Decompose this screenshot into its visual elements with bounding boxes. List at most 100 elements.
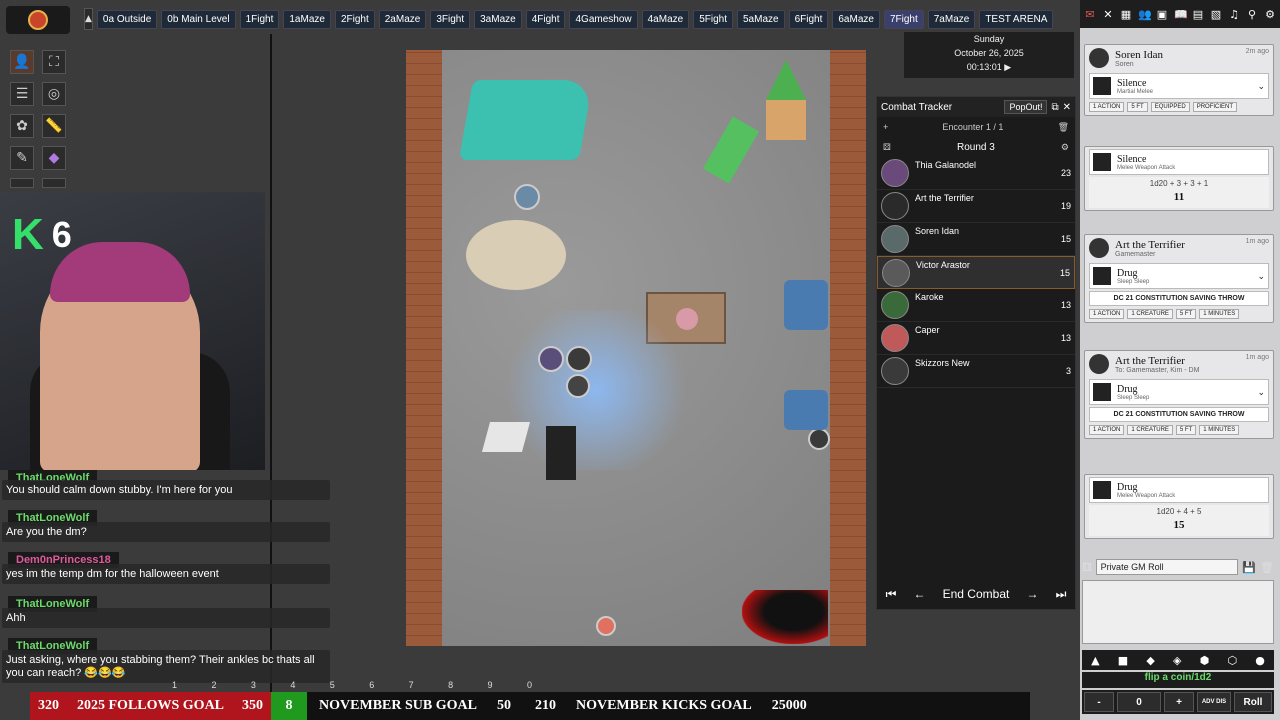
next-turn-icon[interactable]: → (1026, 587, 1038, 601)
chat-message-input[interactable] (1082, 580, 1274, 644)
scene-collapse-button[interactable]: ▲ (84, 8, 93, 30)
scenes-tab-icon[interactable]: ▦ (1120, 8, 1132, 21)
tiles-icon[interactable]: ✿ (10, 114, 34, 138)
last-turn-icon[interactable]: ⏭ (1056, 587, 1067, 602)
draw-icon[interactable]: ✎ (10, 146, 34, 170)
flip-coin-button[interactable]: flip a coin/1d2 (1082, 672, 1274, 688)
scene-tab[interactable]: 2Fight (334, 9, 375, 29)
d4-icon[interactable]: ▲ (1091, 654, 1099, 667)
token[interactable] (566, 374, 590, 398)
item-header[interactable]: Drug Sleep Sleep ⌄ (1089, 263, 1269, 289)
d100-icon[interactable]: ● (1255, 654, 1265, 667)
roll-result[interactable]: 1d20 + 3 + 3 + 1 11 (1089, 177, 1269, 208)
combatant-row[interactable]: Caper 13 (877, 322, 1075, 355)
open-external-icon[interactable]: ⧉ (1051, 102, 1058, 113)
d20-icon[interactable]: ⬡ (1227, 654, 1237, 667)
scene-tab[interactable]: 4aMaze (641, 9, 690, 29)
scene-tab[interactable]: 0a Outside (96, 9, 158, 29)
combatant-initiative[interactable]: 3 (1051, 366, 1071, 376)
popout-button[interactable]: PopOut! (1004, 100, 1048, 114)
combatant-row[interactable]: Skizzors New 3 (877, 355, 1075, 388)
combatant-initiative[interactable]: 15 (1051, 234, 1071, 244)
scene-tab[interactable]: 2aMaze (378, 9, 427, 29)
delete-encounter-icon[interactable]: 🗑 (1058, 122, 1069, 133)
item-header[interactable]: Silence Melee Weapon Attack (1089, 149, 1269, 175)
scene-tab[interactable]: 0b Main Level (161, 9, 236, 29)
combatant-row[interactable]: Karoke 13 (877, 289, 1075, 322)
item-header[interactable]: Silence Martial Melee ⌄ (1089, 73, 1269, 99)
roll-result[interactable]: 1d20 + 4 + 5 15 (1089, 505, 1269, 536)
d10-icon[interactable]: ◈ (1173, 654, 1181, 667)
token[interactable] (808, 428, 830, 450)
items-tab-icon[interactable]: ▣ (1156, 8, 1168, 21)
scene-tab[interactable]: 6aMaze (832, 9, 880, 29)
increment-button[interactable]: + (1164, 692, 1194, 712)
scene-tab[interactable]: 4Gameshow (569, 9, 638, 29)
scene-tab[interactable]: 1aMaze (283, 9, 331, 29)
add-encounter-icon[interactable]: + (883, 122, 888, 132)
scene-map[interactable] (406, 50, 866, 646)
token-controls-icon[interactable]: 👤 (10, 50, 34, 74)
combat-tracker-header[interactable]: Combat Tracker PopOut! ⧉ ✕ (877, 97, 1075, 117)
combatant-initiative[interactable]: 13 (1051, 333, 1071, 343)
roll-mode-select[interactable]: Private GM Roll (1095, 559, 1239, 575)
layers-icon[interactable] (10, 178, 34, 188)
settings-icon[interactable]: ⚙ (1061, 142, 1069, 153)
saving-throw-button[interactable]: DC 21 CONSTITUTION SAVING THROW (1089, 291, 1269, 306)
scene-tab[interactable]: 5Fight (693, 9, 733, 29)
scene-tab[interactable]: 3aMaze (474, 9, 522, 29)
combatant-row[interactable]: Art the Terrifier 19 (877, 190, 1075, 223)
scene-tab[interactable]: 7aMaze (927, 9, 976, 29)
item-header[interactable]: Drug Melee Weapon Attack (1089, 477, 1269, 503)
playlists-tab-icon[interactable]: ♫ (1228, 8, 1240, 21)
scene-tab[interactable]: 3Fight (430, 9, 471, 29)
scene-tab[interactable]: 7Fight (883, 9, 924, 29)
scene-tab[interactable]: TEST ARENA (979, 9, 1054, 29)
d12-icon[interactable]: ⬢ (1200, 654, 1210, 667)
saving-throw-button[interactable]: DC 21 CONSTITUTION SAVING THROW (1089, 407, 1269, 422)
d6-icon[interactable]: ■ (1118, 654, 1128, 667)
adv-dis-toggle[interactable]: ADV DIS (1197, 692, 1231, 712)
notes-icon[interactable]: ☰ (10, 82, 34, 106)
ruler-icon[interactable]: 📏 (42, 114, 66, 138)
scene-tab[interactable]: 5aMaze (737, 9, 785, 29)
token[interactable] (566, 346, 592, 372)
chevron-down-icon[interactable]: ⌄ (1257, 387, 1265, 398)
roll-all-icon[interactable]: ⚄ (883, 142, 891, 153)
token[interactable] (596, 616, 616, 636)
item-header[interactable]: Drug Sleep Sleep ⌄ (1089, 379, 1269, 405)
combatant-initiative[interactable]: 23 (1051, 168, 1071, 178)
target-icon[interactable]: ◎ (42, 82, 66, 106)
combatant-initiative[interactable]: 13 (1051, 300, 1071, 310)
fullscreen-icon[interactable]: ⛶ (42, 50, 66, 74)
token[interactable] (514, 184, 540, 210)
grid-icon[interactable] (42, 178, 66, 188)
close-icon[interactable]: ✕ (1063, 102, 1071, 113)
compendium-tab-icon[interactable]: ⚲ (1246, 8, 1258, 21)
journal-tab-icon[interactable]: 📖 (1174, 8, 1188, 21)
combatant-row[interactable]: Victor Arastor 15 (877, 256, 1075, 289)
walls-icon[interactable]: ◆ (42, 146, 66, 170)
scene-tab[interactable]: 4Fight (525, 9, 566, 29)
chat-tab-icon[interactable]: ✉ (1084, 8, 1096, 21)
decrement-button[interactable]: - (1084, 692, 1114, 712)
scene-tab[interactable]: 6Fight (788, 9, 829, 29)
actors-tab-icon[interactable]: 👥 (1138, 8, 1152, 21)
calendar-widget[interactable]: Sunday October 26, 2025 00:13:01 ▶ (904, 32, 1074, 78)
combatant-initiative[interactable]: 19 (1051, 201, 1071, 211)
token[interactable] (538, 346, 564, 372)
roll-button[interactable]: Roll (1234, 692, 1272, 712)
d8-icon[interactable]: ◆ (1146, 654, 1154, 667)
previous-turn-icon[interactable]: ← (914, 587, 926, 601)
combatant-initiative[interactable]: 15 (1050, 268, 1070, 278)
combatant-row[interactable]: Thia Galanodel 23 (877, 157, 1075, 190)
cards-tab-icon[interactable]: ▧ (1210, 8, 1222, 21)
app-logo[interactable] (6, 6, 70, 34)
tables-tab-icon[interactable]: ▤ (1192, 8, 1204, 21)
chevron-down-icon[interactable]: ⌄ (1257, 81, 1265, 92)
chevron-down-icon[interactable]: ⌄ (1257, 271, 1265, 282)
first-turn-icon[interactable]: ⏮ (886, 587, 897, 602)
export-icon[interactable]: 💾 (1242, 561, 1256, 574)
settings-tab-icon[interactable]: ⚙ (1264, 8, 1276, 21)
roll-count[interactable]: 0 (1117, 692, 1161, 712)
